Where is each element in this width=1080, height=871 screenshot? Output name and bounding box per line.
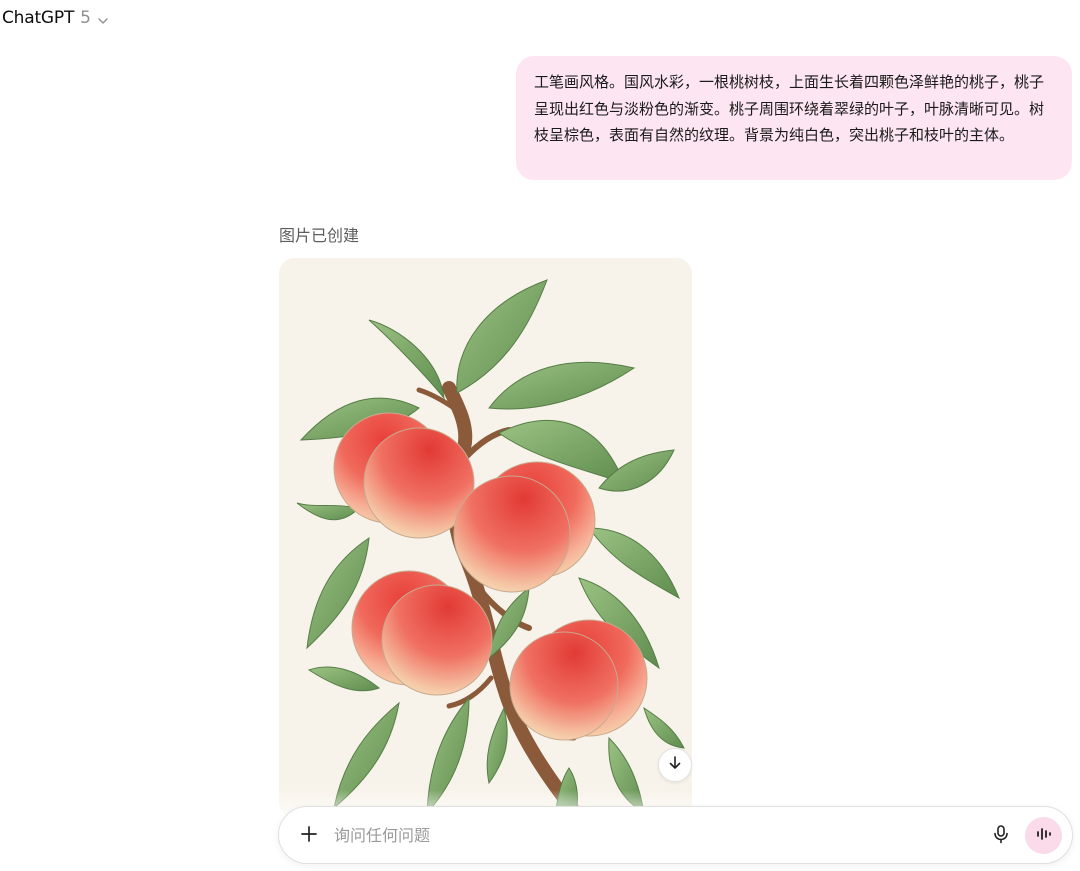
dictate-button[interactable] (987, 822, 1015, 850)
message-composer (278, 806, 1073, 864)
add-attachment-button[interactable] (295, 822, 323, 850)
model-switcher[interactable]: ChatGPT 5 (2, 6, 109, 30)
plus-icon (300, 825, 318, 847)
user-message-bubble: 工笔画风格。国风水彩，一根桃树枝，上面生长着四颗色泽鲜艳的桃子，桃子呈现出红色与… (516, 56, 1072, 180)
arrow-down-icon (667, 755, 683, 775)
microphone-icon (992, 824, 1010, 848)
voice-waveform-icon (1035, 826, 1053, 846)
chat-page: ChatGPT 5 工笔画风格。国风水彩，一根桃树枝，上面生长着四颗色泽鲜艳的桃… (0, 0, 1080, 871)
model-version: 5 (80, 8, 91, 28)
user-message-text: 工笔画风格。国风水彩，一根桃树枝，上面生长着四颗色泽鲜艳的桃子，桃子呈现出红色与… (534, 73, 1045, 144)
voice-mode-button[interactable] (1025, 817, 1062, 854)
generated-image[interactable] (279, 258, 692, 818)
model-name: ChatGPT (2, 8, 75, 28)
download-image-button[interactable] (658, 748, 692, 782)
peach-branch-illustration (279, 258, 692, 818)
image-created-label: 图片已创建 (279, 226, 360, 245)
chevron-down-icon (97, 12, 109, 24)
message-input[interactable] (334, 820, 974, 850)
